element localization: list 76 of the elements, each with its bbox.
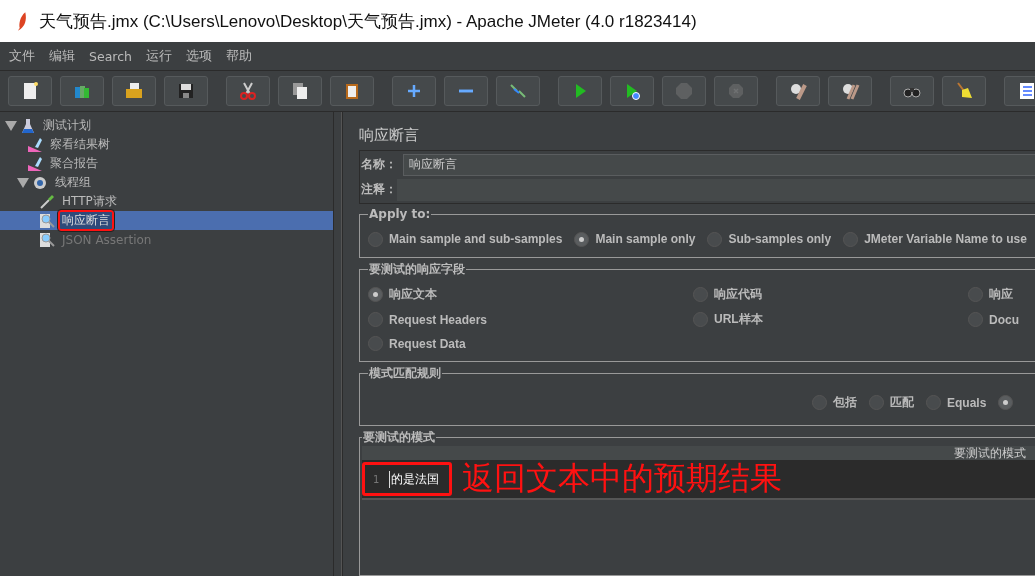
stop-sign-icon (674, 81, 694, 101)
splitter[interactable] (333, 112, 342, 576)
annotation-text: 返回文本中的预期结果 (462, 458, 783, 499)
column-header: 要测试的模式 (954, 445, 1026, 461)
menu-item[interactable]: 文件 (8, 47, 36, 65)
folder-icon (124, 81, 144, 101)
radio-button[interactable] (998, 395, 1014, 410)
flask-icon (20, 117, 36, 134)
tree-item[interactable]: HTTP请求 (0, 192, 333, 211)
tree-item[interactable]: 线程组 (0, 173, 333, 192)
radio-label: 匹配 (890, 394, 914, 411)
feather-icon (16, 10, 29, 32)
toolbar-button[interactable] (1004, 76, 1035, 106)
pipette-icon (39, 193, 55, 210)
radio-label: Request Headers (389, 312, 488, 327)
radio-button[interactable] (368, 287, 383, 302)
minus-icon (459, 89, 473, 93)
tree-label: JSON Assertion (60, 231, 153, 249)
radio-label: Main sample only (595, 232, 696, 246)
magnifier-icon (39, 231, 55, 248)
radio-label: Request Data (389, 336, 466, 351)
toolbar-button[interactable] (8, 76, 52, 106)
field-label: 名称： (360, 156, 398, 173)
tree-label: 察看结果树 (49, 136, 111, 153)
magnifier-icon (39, 212, 55, 229)
group-title: Apply to: (368, 207, 432, 221)
menu-item[interactable]: Search (88, 48, 133, 64)
group-title: 要测试的响应字段 (368, 261, 466, 278)
chart-icon (27, 136, 43, 153)
toolbar-button[interactable] (942, 76, 986, 106)
group-title: 模式匹配规则 (368, 365, 442, 382)
radio-button[interactable] (574, 231, 590, 247)
radio-label: Docu (989, 312, 1019, 327)
tree-item[interactable]: 测试计划 (0, 116, 333, 135)
toolbar-button[interactable] (330, 76, 374, 106)
chart-icon (27, 155, 43, 172)
panel-title: 响应断言 (359, 124, 420, 146)
tree-item[interactable]: 察看结果树 (0, 135, 333, 154)
menu-item[interactable]: 编辑 (48, 47, 76, 65)
code-line: 的是法国 (389, 470, 440, 488)
expanded-triangle-icon[interactable] (5, 119, 17, 132)
menu-item[interactable]: 帮助 (224, 47, 253, 65)
tree-label: 聚合报告 (49, 155, 99, 172)
tree-item[interactable]: 聚合报告 (0, 154, 333, 173)
radio-label: Sub-samples only (728, 232, 832, 246)
toolbar-button[interactable] (278, 76, 322, 106)
toolbar-button[interactable] (776, 76, 820, 106)
expanded-triangle-icon[interactable] (17, 176, 29, 189)
tree-label: 线程组 (54, 174, 92, 191)
window-title: 天气预告.jmx (C:\Users\Lenovo\Desktop\天气预告.jmx) - Apache JMeter (4.0 r1823414) (39, 10, 697, 33)
radio-label: 响应代码 (714, 286, 762, 303)
radio-label: JMeter Variable Name to use (864, 232, 1027, 246)
toolbar-button[interactable] (828, 76, 872, 106)
menu-item[interactable]: 运行 (144, 47, 173, 65)
name-field[interactable]: 响应断言 (403, 153, 1035, 176)
toolbar-button[interactable] (164, 76, 208, 106)
radio-label: 响应 (989, 286, 1013, 303)
line-number: 1 (373, 473, 380, 485)
radio-label: Equals (947, 395, 987, 410)
radio-label: 响应文本 (389, 286, 437, 303)
tree-label: HTTP请求 (61, 193, 118, 210)
tree-label: 响应断言 (58, 210, 114, 231)
tree-item[interactable]: 响应断言 (0, 211, 333, 230)
menu-item[interactable]: 选项 (184, 47, 213, 65)
pattern-editor[interactable]: 1 的是法国 返回文本中的预期结果 (362, 460, 1035, 500)
broom-icon (954, 81, 974, 101)
tree-label: 测试计划 (42, 117, 92, 134)
copy-icon (290, 81, 310, 101)
group-title: 要测试的模式 (362, 429, 436, 446)
radio-label: 包括 (833, 394, 857, 411)
toolbar-button[interactable] (112, 76, 156, 106)
radio-label: Main sample and sub-samples (389, 232, 563, 246)
radio-label: URL样本 (714, 311, 763, 328)
field-label: 注释： (360, 181, 398, 198)
close-icon (726, 81, 746, 101)
scissors-icon (238, 81, 258, 101)
